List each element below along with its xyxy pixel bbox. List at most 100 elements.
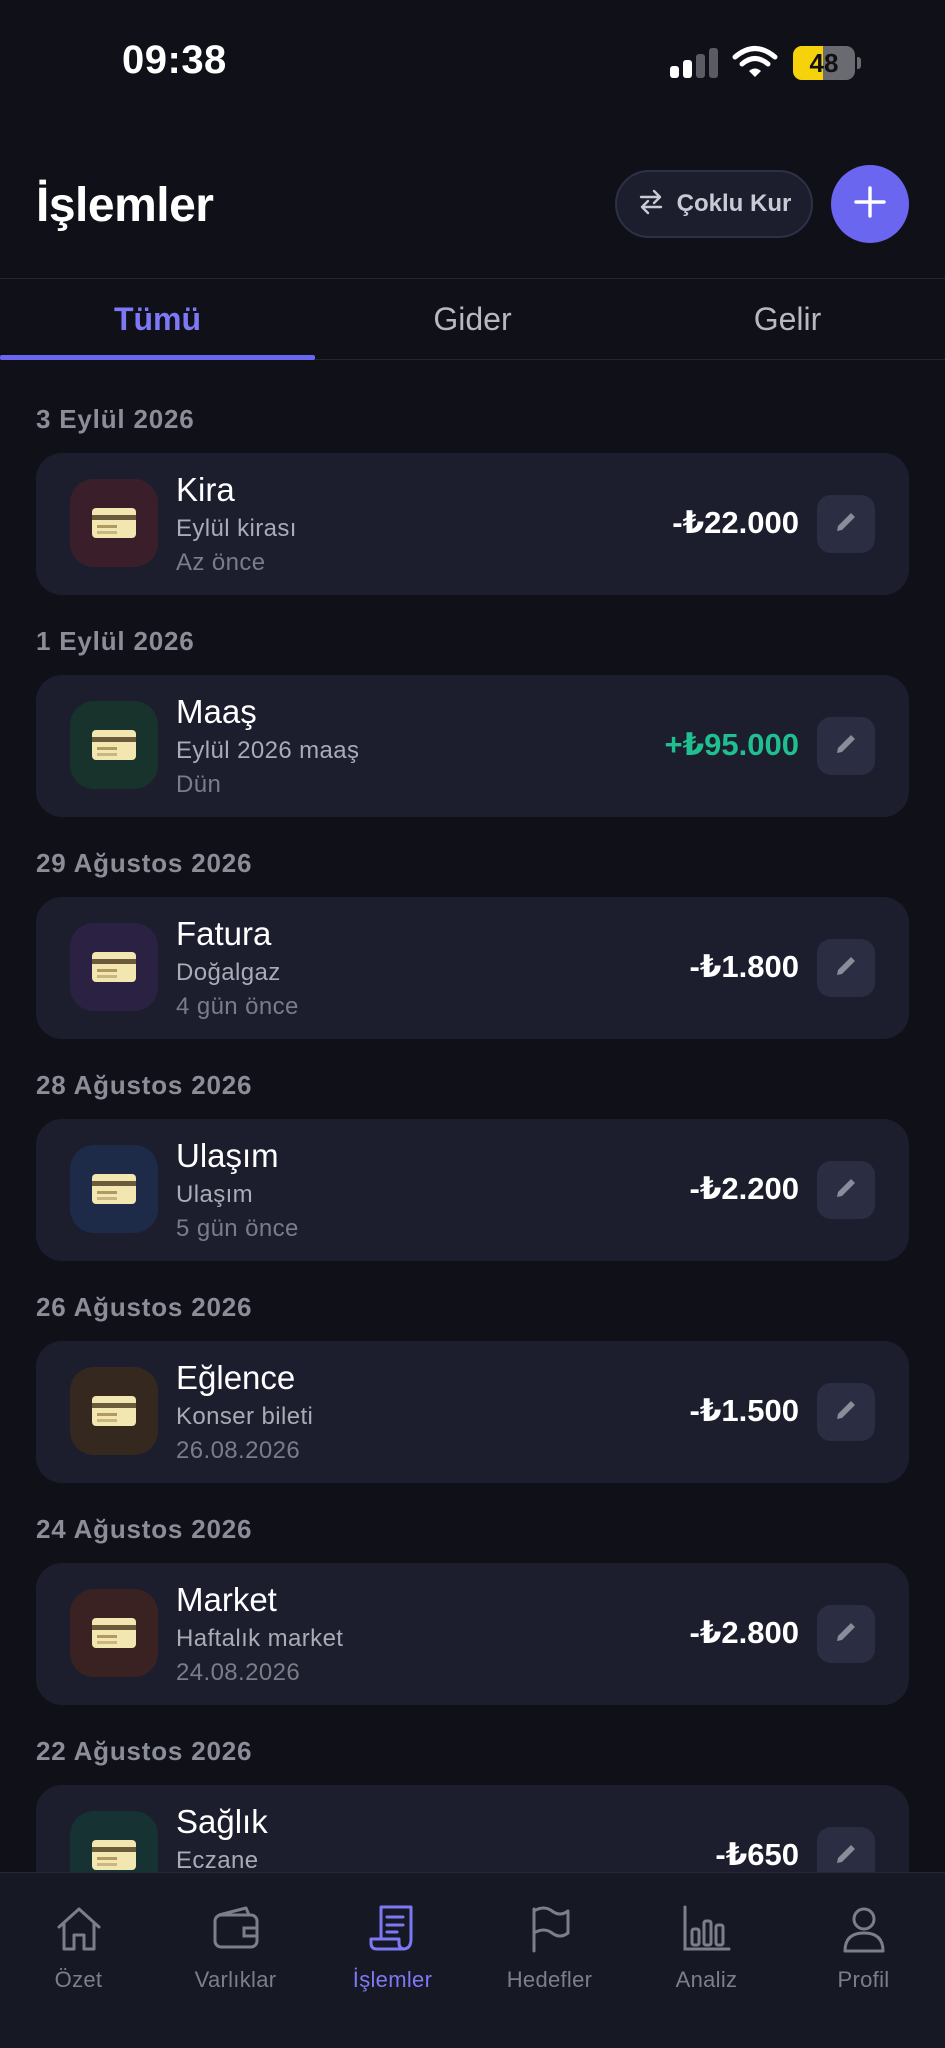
transaction-title: Sağlık bbox=[176, 1803, 268, 1840]
transaction-title: Market bbox=[176, 1581, 277, 1618]
multi-currency-label: Çoklu Kur bbox=[676, 190, 792, 217]
transaction-card[interactable]: Eğlence Konser bileti 26.08.2026 -₺1.500 bbox=[36, 1341, 909, 1483]
page-title: İşlemler bbox=[36, 179, 214, 232]
transaction-card[interactable]: Sağlık Eczane -₺650 bbox=[36, 1785, 909, 1872]
cellular-signal-icon bbox=[670, 48, 718, 78]
bottom-navigation: Özet Varlıklar İşlemler Hedefler Analiz bbox=[0, 1872, 945, 2048]
transaction-description: Eylül kirası bbox=[176, 515, 297, 542]
transactions-screen: 09:38 48 İşlemler Çoklu Kur Tümü Gider G… bbox=[0, 0, 945, 2048]
nav-item-analysis[interactable]: Analiz bbox=[628, 1901, 785, 1993]
wallet-icon bbox=[157, 1901, 314, 1957]
battery-percentage: 48 bbox=[809, 48, 839, 78]
multi-currency-button[interactable]: Çoklu Kur bbox=[615, 170, 813, 238]
transaction-amount: -₺2.200 bbox=[689, 1171, 799, 1206]
pencil-icon bbox=[833, 953, 859, 984]
transaction-time: 26.08.2026 bbox=[176, 1437, 301, 1464]
credit-card-icon bbox=[70, 479, 158, 567]
edit-transaction-button[interactable] bbox=[817, 1383, 875, 1441]
nav-item-summary[interactable]: Özet bbox=[0, 1901, 157, 1993]
credit-card-icon bbox=[70, 923, 158, 1011]
transaction-card[interactable]: Market Haftalık market 24.08.2026 -₺2.80… bbox=[36, 1563, 909, 1705]
date-group: 29 Ağustos 2026 Fatura Doğalgaz 4 gün ön… bbox=[0, 804, 945, 1039]
nav-label: Varlıklar bbox=[194, 1967, 277, 1992]
date-group: 22 Ağustos 2026 Sağlık Eczane -₺650 bbox=[0, 1692, 945, 1872]
pencil-icon bbox=[833, 509, 859, 540]
edit-transaction-button[interactable] bbox=[817, 1161, 875, 1219]
edit-transaction-button[interactable] bbox=[817, 939, 875, 997]
tab-income[interactable]: Gelir bbox=[630, 279, 945, 359]
nav-label: Analiz bbox=[675, 1967, 738, 1992]
pencil-icon bbox=[833, 1397, 859, 1428]
nav-label: Profil bbox=[837, 1967, 890, 1992]
transaction-time: 4 gün önce bbox=[176, 993, 299, 1020]
transaction-list[interactable]: 3 Eylül 2026 Kira Eylül kirası Az önce -… bbox=[0, 360, 945, 1872]
date-header: 22 Ağustos 2026 bbox=[36, 1736, 253, 1766]
transaction-card[interactable]: Ulaşım Ulaşım 5 gün önce -₺2.200 bbox=[36, 1119, 909, 1261]
date-header: 24 Ağustos 2026 bbox=[36, 1514, 253, 1544]
credit-card-icon bbox=[70, 1589, 158, 1677]
nav-label: İşlemler bbox=[352, 1967, 433, 1992]
transaction-description: Konser bileti bbox=[176, 1403, 314, 1430]
date-header: 28 Ağustos 2026 bbox=[36, 1070, 253, 1100]
transaction-card[interactable]: Kira Eylül kirası Az önce -₺22.000 bbox=[36, 453, 909, 595]
date-header: 1 Eylül 2026 bbox=[36, 626, 195, 656]
transaction-description: Haftalık market bbox=[176, 1625, 344, 1652]
transaction-amount: -₺650 bbox=[715, 1837, 799, 1872]
transaction-time: 5 gün önce bbox=[176, 1215, 299, 1242]
transaction-title: Ulaşım bbox=[176, 1137, 279, 1174]
nav-label: Hedefler bbox=[506, 1967, 593, 1992]
add-transaction-button[interactable] bbox=[831, 165, 909, 243]
date-group: 24 Ağustos 2026 Market Haftalık market 2… bbox=[0, 1470, 945, 1705]
tab-expense[interactable]: Gider bbox=[315, 279, 630, 359]
transaction-amount: -₺1.500 bbox=[689, 1393, 799, 1428]
status-time: 09:38 bbox=[122, 38, 227, 82]
transaction-time: 24.08.2026 bbox=[176, 1659, 301, 1686]
transaction-card[interactable]: Maaş Eylül 2026 maaş Dün +₺95.000 bbox=[36, 675, 909, 817]
header: İşlemler Çoklu Kur bbox=[0, 160, 945, 250]
credit-card-icon bbox=[70, 1367, 158, 1455]
transaction-description: Eczane bbox=[176, 1847, 259, 1872]
filter-tabs: Tümü Gider Gelir bbox=[0, 278, 945, 360]
date-group: 1 Eylül 2026 Maaş Eylül 2026 maaş Dün +₺… bbox=[0, 582, 945, 817]
transaction-amount: -₺2.800 bbox=[689, 1615, 799, 1650]
transaction-description: Doğalgaz bbox=[176, 959, 281, 986]
credit-card-icon bbox=[70, 1145, 158, 1233]
transaction-description: Ulaşım bbox=[176, 1181, 254, 1208]
pencil-icon bbox=[833, 1175, 859, 1206]
edit-transaction-button[interactable] bbox=[817, 1827, 875, 1872]
wifi-icon bbox=[732, 44, 778, 80]
pencil-icon bbox=[833, 731, 859, 762]
date-group: 3 Eylül 2026 Kira Eylül kirası Az önce -… bbox=[0, 360, 945, 595]
transaction-description: Eylül 2026 maaş bbox=[176, 737, 360, 764]
transaction-card[interactable]: Fatura Doğalgaz 4 gün önce -₺1.800 bbox=[36, 897, 909, 1039]
edit-transaction-button[interactable] bbox=[817, 717, 875, 775]
transaction-time: Dün bbox=[176, 771, 222, 798]
transaction-title: Fatura bbox=[176, 915, 272, 952]
transaction-title: Maaş bbox=[176, 693, 257, 730]
tab-all[interactable]: Tümü bbox=[0, 279, 315, 359]
nav-item-transactions[interactable]: İşlemler bbox=[314, 1901, 471, 1993]
battery-indicator: 48 bbox=[793, 46, 861, 80]
credit-card-icon bbox=[70, 1811, 158, 1872]
transaction-title: Kira bbox=[176, 471, 235, 508]
transaction-amount: +₺95.000 bbox=[664, 727, 800, 762]
status-bar: 09:38 48 bbox=[0, 0, 945, 120]
date-header: 29 Ağustos 2026 bbox=[36, 848, 253, 878]
date-group: 26 Ağustos 2026 Eğlence Konser bileti 26… bbox=[0, 1248, 945, 1483]
nav-item-profile[interactable]: Profil bbox=[785, 1901, 942, 1993]
edit-transaction-button[interactable] bbox=[817, 1605, 875, 1663]
transaction-amount: -₺22.000 bbox=[672, 505, 799, 540]
date-header: 3 Eylül 2026 bbox=[36, 404, 195, 434]
nav-item-goals[interactable]: Hedefler bbox=[471, 1901, 628, 1993]
home-icon bbox=[0, 1901, 157, 1957]
swap-arrows-icon bbox=[637, 189, 665, 220]
edit-transaction-button[interactable] bbox=[817, 495, 875, 553]
transaction-amount: -₺1.800 bbox=[689, 949, 799, 984]
date-header: 26 Ağustos 2026 bbox=[36, 1292, 253, 1322]
receipt-icon bbox=[314, 1901, 471, 1957]
nav-label: Özet bbox=[54, 1967, 103, 1992]
transaction-title: Eğlence bbox=[176, 1359, 296, 1396]
flag-icon bbox=[471, 1901, 628, 1957]
bar-chart-icon bbox=[628, 1901, 785, 1957]
nav-item-assets[interactable]: Varlıklar bbox=[157, 1901, 314, 1993]
